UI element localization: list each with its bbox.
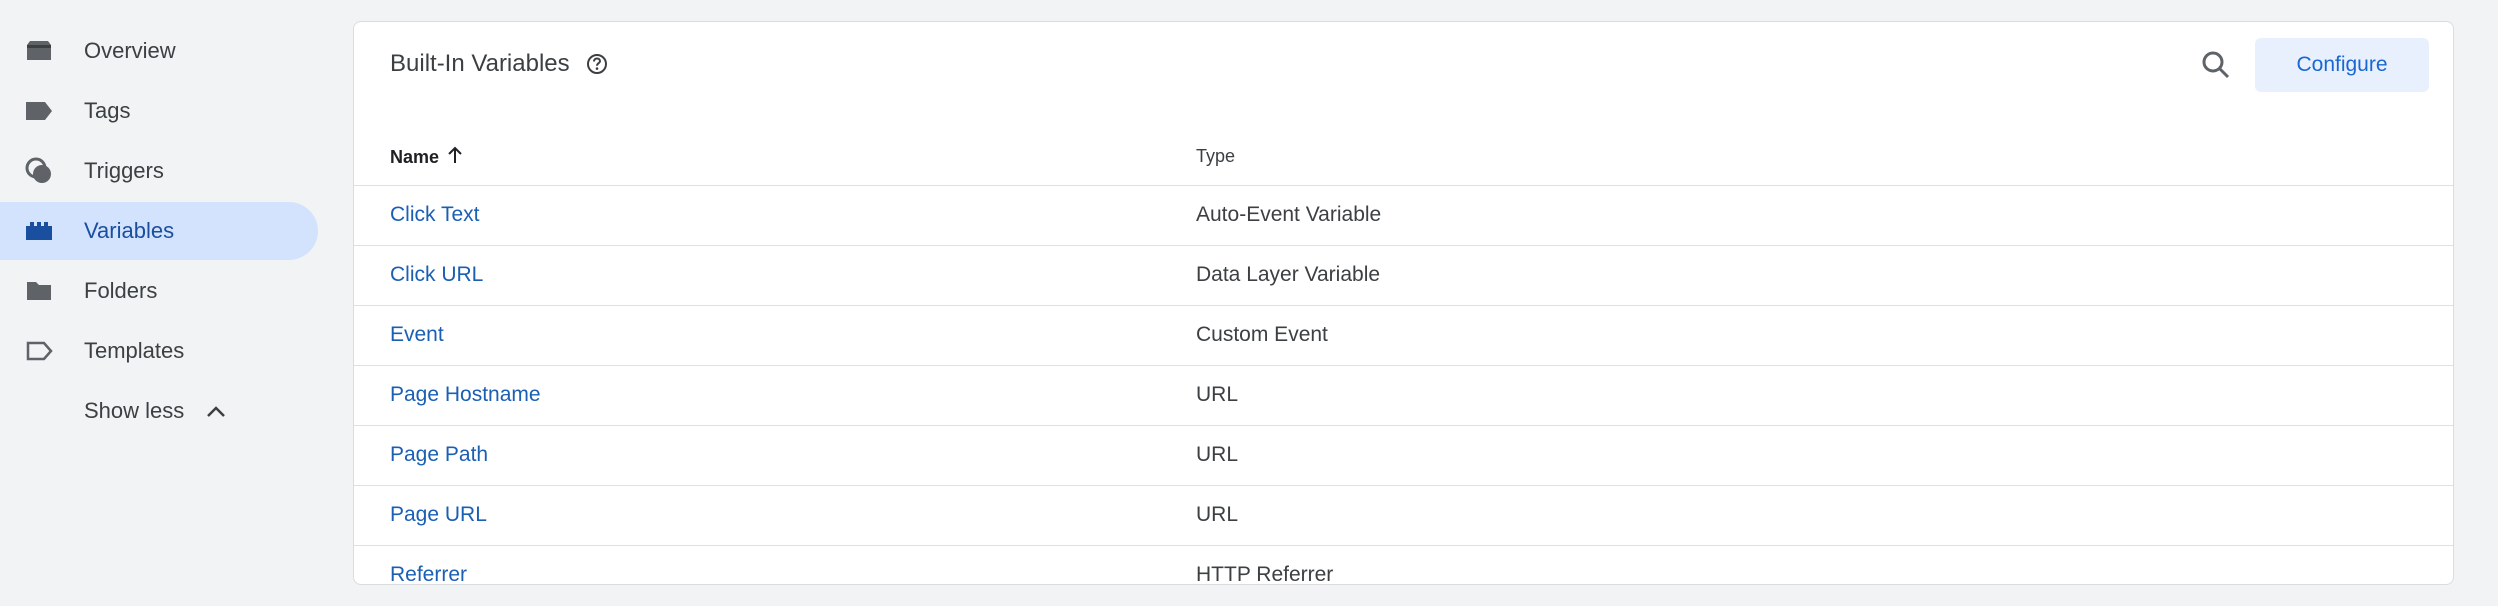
- table-row: Page Path URL: [354, 426, 2453, 486]
- variable-name-link[interactable]: Click URL: [390, 263, 483, 287]
- variable-type: URL: [1196, 383, 1239, 406]
- built-in-variables-card: Built-In Variables Configure Name Type C…: [353, 21, 2454, 585]
- variable-type: Custom Event: [1196, 323, 1328, 346]
- variable-name-link[interactable]: Page Path: [390, 443, 488, 467]
- sidebar-item-label: Templates: [84, 338, 185, 363]
- variable-type: Data Layer Variable: [1196, 263, 1381, 286]
- variable-name-link[interactable]: Referrer: [390, 563, 467, 584]
- folder-icon: [24, 277, 54, 305]
- variables-icon: [24, 217, 54, 245]
- table-row: Click URL Data Layer Variable: [354, 246, 2453, 306]
- variable-type: HTTP Referrer: [1196, 563, 1334, 585]
- variable-name-link[interactable]: Click Text: [390, 203, 479, 227]
- triggers-icon: [24, 157, 54, 185]
- table-header: Name Type: [354, 104, 2453, 186]
- sidebar-item-overview[interactable]: Overview: [0, 22, 318, 80]
- tag-icon: [24, 97, 54, 125]
- sidebar-item-label: Variables: [84, 218, 175, 243]
- chevron-up-icon: [206, 398, 226, 424]
- sidebar-item-folders[interactable]: Folders: [0, 262, 318, 320]
- variable-type: URL: [1196, 443, 1239, 466]
- help-icon[interactable]: [586, 53, 608, 80]
- table-row: Referrer HTTP Referrer: [354, 546, 2453, 585]
- table-row: Click Text Auto-Event Variable: [354, 186, 2453, 246]
- column-header-type: Type: [1196, 146, 1236, 166]
- column-header-name[interactable]: Name: [390, 146, 463, 169]
- table-row: Page URL URL: [354, 486, 2453, 546]
- templates-icon: [24, 337, 54, 365]
- arrow-up-icon: [447, 146, 463, 169]
- sidebar-item-label: Tags: [84, 98, 131, 123]
- variable-type: Auto-Event Variable: [1196, 203, 1382, 226]
- column-header-name-label: Name: [390, 147, 440, 167]
- show-less-toggle[interactable]: Show less: [84, 382, 226, 440]
- variable-type: URL: [1196, 503, 1239, 526]
- search-icon[interactable]: [2199, 48, 2233, 82]
- sidebar-item-tags[interactable]: Tags: [0, 82, 318, 140]
- variable-name-link[interactable]: Page Hostname: [390, 383, 541, 407]
- sidebar-item-label: Triggers: [84, 158, 164, 183]
- overview-icon: [24, 37, 54, 65]
- configure-button[interactable]: Configure: [2255, 38, 2429, 92]
- sidebar: Overview Tags Triggers Variables Folders…: [0, 0, 320, 606]
- show-less-label: Show less: [84, 398, 185, 423]
- sidebar-item-label: Overview: [84, 38, 176, 63]
- table-row: Page Hostname URL: [354, 366, 2453, 426]
- variable-name-link[interactable]: Event: [390, 323, 444, 347]
- sidebar-item-triggers[interactable]: Triggers: [0, 142, 318, 200]
- sidebar-item-variables[interactable]: Variables: [0, 202, 318, 260]
- card-header: Built-In Variables Configure: [354, 22, 2453, 104]
- sidebar-item-label: Folders: [84, 278, 158, 303]
- card-title: Built-In Variables: [390, 50, 570, 77]
- table-row: Event Custom Event: [354, 306, 2453, 366]
- sidebar-item-templates[interactable]: Templates: [0, 322, 318, 380]
- variable-name-link[interactable]: Page URL: [390, 503, 487, 527]
